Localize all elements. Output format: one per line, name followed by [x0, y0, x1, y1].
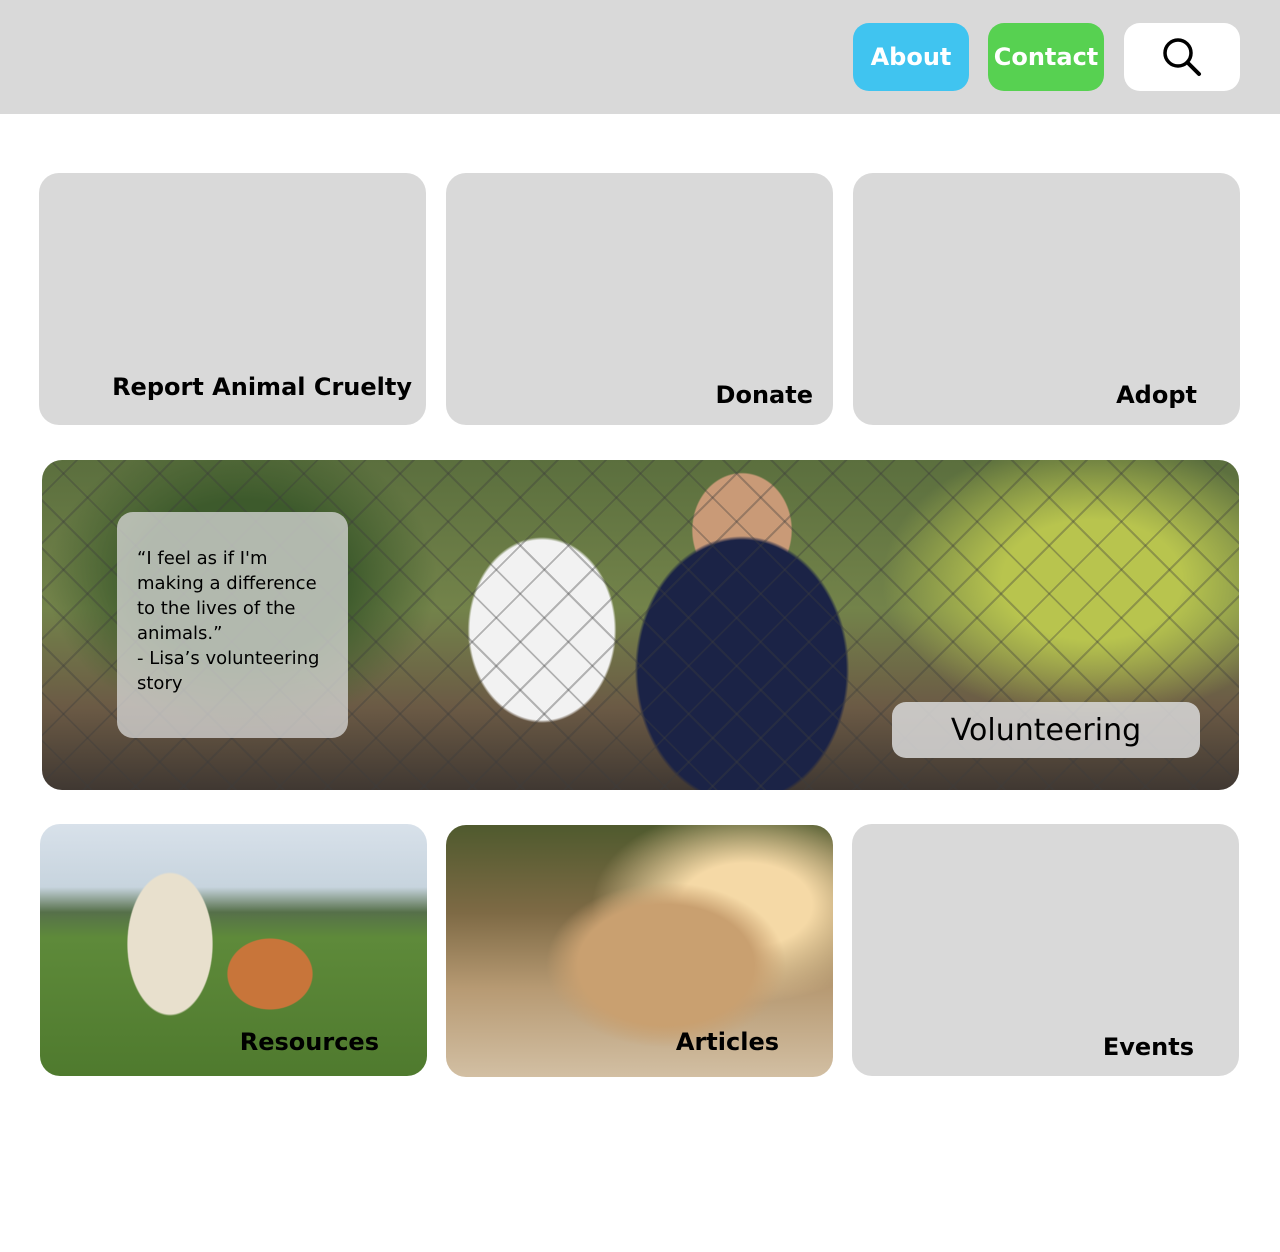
card-label: Resources — [239, 1028, 379, 1056]
search-icon — [1163, 38, 1201, 76]
card-label: Adopt — [1116, 381, 1197, 409]
card-label: Articles — [675, 1028, 779, 1056]
card-label: Report Animal Cruelty — [112, 373, 412, 401]
donate-card[interactable]: Donate — [446, 173, 833, 425]
card-label: Donate — [715, 381, 813, 409]
search-button[interactable] — [1124, 23, 1240, 91]
articles-card[interactable]: Articles — [446, 825, 833, 1077]
events-card[interactable]: Events — [852, 824, 1239, 1076]
adopt-card[interactable]: Adopt — [853, 173, 1240, 425]
volunteering-label: Volunteering — [950, 712, 1142, 748]
about-button[interactable]: About — [853, 23, 969, 91]
volunteering-banner[interactable]: “I feel as if I'm making a difference to… — [42, 460, 1239, 790]
resources-card[interactable]: Resources — [40, 824, 427, 1076]
contact-button[interactable]: Contact — [988, 23, 1104, 91]
site-header: About Contact — [0, 0, 1280, 114]
card-label: Events — [1102, 1033, 1194, 1061]
testimonial-box: “I feel as if I'm making a difference to… — [117, 512, 348, 738]
report-cruelty-card[interactable]: Report Animal Cruelty — [39, 173, 426, 425]
volunteering-label-box: Volunteering — [892, 702, 1200, 758]
testimonial-quote: “I feel as if I'm making a difference to… — [137, 548, 320, 694]
